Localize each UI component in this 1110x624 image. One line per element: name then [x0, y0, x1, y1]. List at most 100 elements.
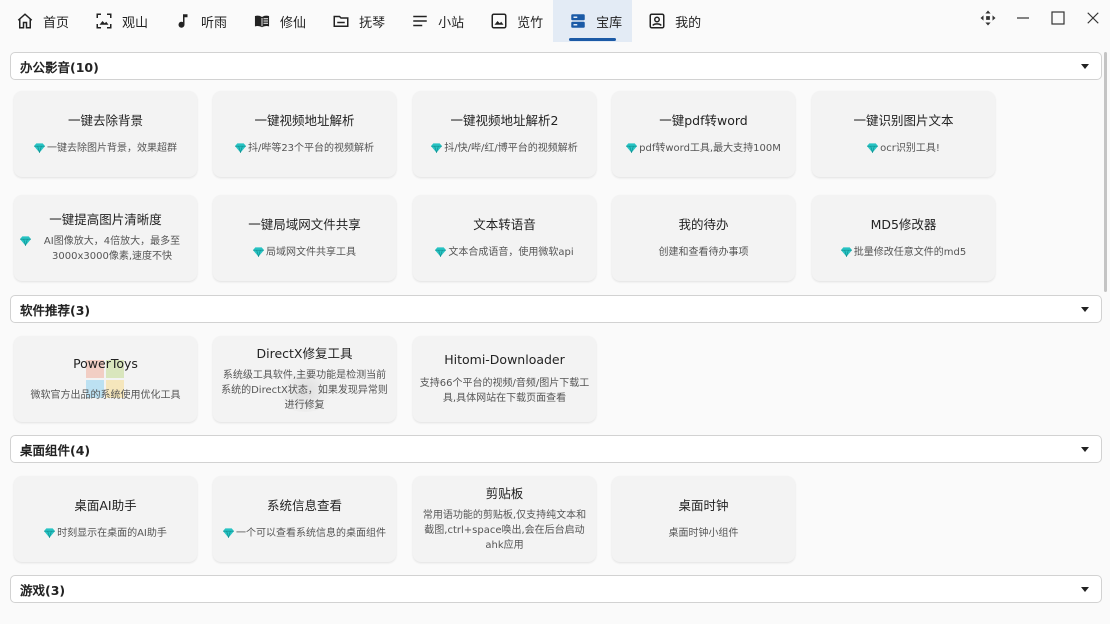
tab-xiaozhan[interactable]: 小站: [395, 0, 474, 42]
tab-wode[interactable]: 我的: [632, 0, 711, 42]
card-desc-text: 一个可以查看系统信息的桌面组件: [236, 527, 386, 539]
tool-card-sysinfo[interactable]: 系统信息查看 一个可以查看系统信息的桌面组件: [213, 476, 396, 562]
tab-xiuxian[interactable]: 修仙: [237, 0, 316, 42]
folder-icon: [332, 12, 350, 30]
tool-card-remove-bg[interactable]: 一键去除背景 一键去除图片背景，效果超群: [14, 91, 197, 177]
close-icon: [1086, 12, 1099, 24]
card-desc: pdf转word工具,最大支持100M: [626, 141, 781, 156]
tool-card-todo[interactable]: 我的待办 创建和查看待办事项: [612, 195, 795, 281]
tool-card-video-parse[interactable]: 一键视频地址解析 抖/哔等23个平台的视频解析: [213, 91, 396, 177]
card-title: 文本转语音: [473, 216, 536, 232]
card-desc-text: AI图像放大，4倍放大，最多至3000x3000像素,速度不快: [43, 236, 181, 262]
diamond-icon: [223, 527, 234, 538]
chevron-down-icon: [1081, 586, 1089, 592]
card-title: 系统信息查看: [266, 497, 342, 513]
card-title: 一键视频地址解析2: [450, 112, 559, 128]
book-icon: [253, 12, 271, 30]
diamond-icon: [34, 142, 45, 153]
diamond-icon: [435, 246, 447, 257]
card-title: 一键局域网文件共享: [248, 216, 361, 232]
minimize-button[interactable]: [1005, 0, 1040, 36]
treasure-box-icon: [569, 12, 587, 30]
card-desc: 一键去除图片背景，效果超群: [34, 141, 177, 156]
tool-card-clipboard[interactable]: 剪贴板 常用语功能的剪贴板,仅支持纯文本和截图,ctrl+space唤出,会在后…: [413, 476, 596, 562]
card-desc-text: 一键去除图片背景，效果超群: [47, 142, 177, 154]
section-header-widgets[interactable]: 桌面组件(4): [10, 435, 1102, 463]
tab-label: 首页: [43, 15, 70, 31]
card-desc-text: 批量修改任意文件的md5: [853, 246, 967, 258]
tab-baoku[interactable]: 宝库: [553, 0, 633, 42]
picture-icon: [490, 12, 508, 30]
tool-card-md5[interactable]: MD5修改器 批量修改任意文件的md5: [812, 195, 995, 281]
card-desc-text: 支持66个平台的视频/音频/图片下载工具,具体网站在下载页面查看: [419, 378, 590, 404]
card-title: 一键pdf转word: [659, 112, 748, 128]
move-button[interactable]: [970, 0, 1005, 36]
chevron-down-icon: [1081, 446, 1089, 452]
tool-card-ai-assistant[interactable]: 桌面AI助手 时刻显示在桌面的AI助手: [14, 476, 197, 562]
card-desc: 抖/快/哔/红/博平台的视频解析: [431, 141, 578, 156]
card-title: 桌面时钟: [678, 497, 729, 513]
card-desc: AI图像放大，4倍放大，最多至3000x3000像素,速度不快: [20, 234, 191, 264]
tool-card-video-parse-2[interactable]: 一键视频地址解析2 抖/快/哔/红/博平台的视频解析: [413, 91, 596, 177]
card-desc: 系统级工具软件,主要功能是检测当前系统的DirectX状态，如果发现异常则进行修…: [219, 368, 390, 413]
home-icon: [16, 12, 34, 30]
image-frame-icon: [95, 12, 113, 30]
maximize-button[interactable]: [1040, 0, 1075, 36]
card-desc-text: 创建和查看待办事项: [658, 246, 749, 258]
tab-home[interactable]: 首页: [0, 0, 79, 42]
diamond-icon: [234, 142, 246, 153]
card-desc-text: 抖/快/哔/红/博平台的视频解析: [444, 142, 578, 154]
section-title: 办公影音(10): [20, 59, 99, 75]
move-icon: [980, 10, 995, 26]
card-title: 一键提高图片清晰度: [49, 212, 162, 227]
card-desc: 微软官方出品的系统使用优化工具: [31, 388, 181, 403]
card-title: 一键去除背景: [67, 112, 143, 128]
tab-fuqin[interactable]: 抚琴: [316, 0, 395, 42]
tool-card-pdf-to-word[interactable]: 一键pdf转word pdf转word工具,最大支持100M: [612, 91, 795, 177]
card-desc: 创建和查看待办事项: [659, 245, 749, 260]
card-desc-text: pdf转word工具,最大支持100M: [639, 142, 781, 154]
card-title: 桌面AI助手: [74, 497, 137, 513]
minimize-icon: [1016, 17, 1029, 19]
card-title: MD5修改器: [870, 216, 937, 232]
card-desc: 抖/哔等23个平台的视频解析: [234, 141, 374, 156]
card-desc: 批量修改任意文件的md5: [840, 245, 967, 260]
diamond-icon: [20, 236, 31, 246]
tool-card-tts[interactable]: 文本转语音 文本合成语音，使用微软api: [413, 195, 596, 281]
close-button[interactable]: [1075, 0, 1110, 36]
tab-label: 我的: [675, 15, 702, 31]
tool-card-ocr[interactable]: 一键识别图片文本 ocr识别工具!: [812, 91, 995, 177]
user-card-icon: [648, 12, 666, 30]
tool-card-directx[interactable]: DirectX修复工具 系统级工具软件,主要功能是检测当前系统的DirectX状…: [213, 336, 396, 422]
tab-lanzhu[interactable]: 览竹: [474, 0, 553, 42]
maximize-icon: [1050, 11, 1065, 25]
card-desc-text: 局域网文件共享工具: [266, 246, 356, 258]
tab-tingyu[interactable]: 听雨: [158, 0, 237, 42]
tab-guanshan[interactable]: 观山: [79, 0, 158, 42]
card-desc-text: 微软官方出品的系统使用优化工具: [30, 389, 181, 401]
section-header-office[interactable]: 办公影音(10): [10, 52, 1102, 80]
card-title: 一键识别图片文本: [853, 112, 954, 128]
card-title: DirectX修复工具: [256, 345, 353, 361]
card-desc-text: 时刻显示在桌面的AI助手: [57, 527, 167, 539]
card-desc: 局域网文件共享工具: [253, 245, 356, 260]
chevron-down-icon: [1081, 306, 1089, 312]
diamond-icon: [253, 246, 264, 257]
tool-card-hitomi[interactable]: Hitomi-Downloader 支持66个平台的视频/音频/图片下载工具,具…: [413, 336, 596, 422]
diamond-icon: [867, 142, 879, 153]
tool-card-lan-share[interactable]: 一键局域网文件共享 局域网文件共享工具: [213, 195, 396, 281]
chevron-down-icon: [1081, 63, 1089, 69]
music-note-icon: [174, 12, 192, 30]
top-nav-bar: 首页 观山 听雨 修仙 抚琴 小站 览竹 宝库 我的: [0, 0, 1110, 42]
section-header-games[interactable]: 游戏(3): [10, 575, 1102, 603]
tool-card-upscale[interactable]: 一键提高图片清晰度 AI图像放大，4倍放大，最多至3000x3000像素,速度不…: [14, 195, 197, 281]
tool-card-desk-clock[interactable]: 桌面时钟 桌面时钟小组件: [612, 476, 795, 562]
card-desc: 文本合成语音，使用微软api: [435, 245, 574, 260]
tool-card-powertoys[interactable]: PowerToys 微软官方出品的系统使用优化工具: [14, 336, 197, 422]
card-desc-text: 桌面时钟小组件: [668, 527, 739, 539]
card-title: 我的待办: [678, 216, 729, 232]
vertical-scrollbar[interactable]: [1104, 52, 1107, 292]
section-header-software[interactable]: 软件推荐(3): [10, 295, 1102, 323]
tab-label: 览竹: [517, 15, 544, 31]
card-desc: 桌面时钟小组件: [669, 526, 739, 541]
